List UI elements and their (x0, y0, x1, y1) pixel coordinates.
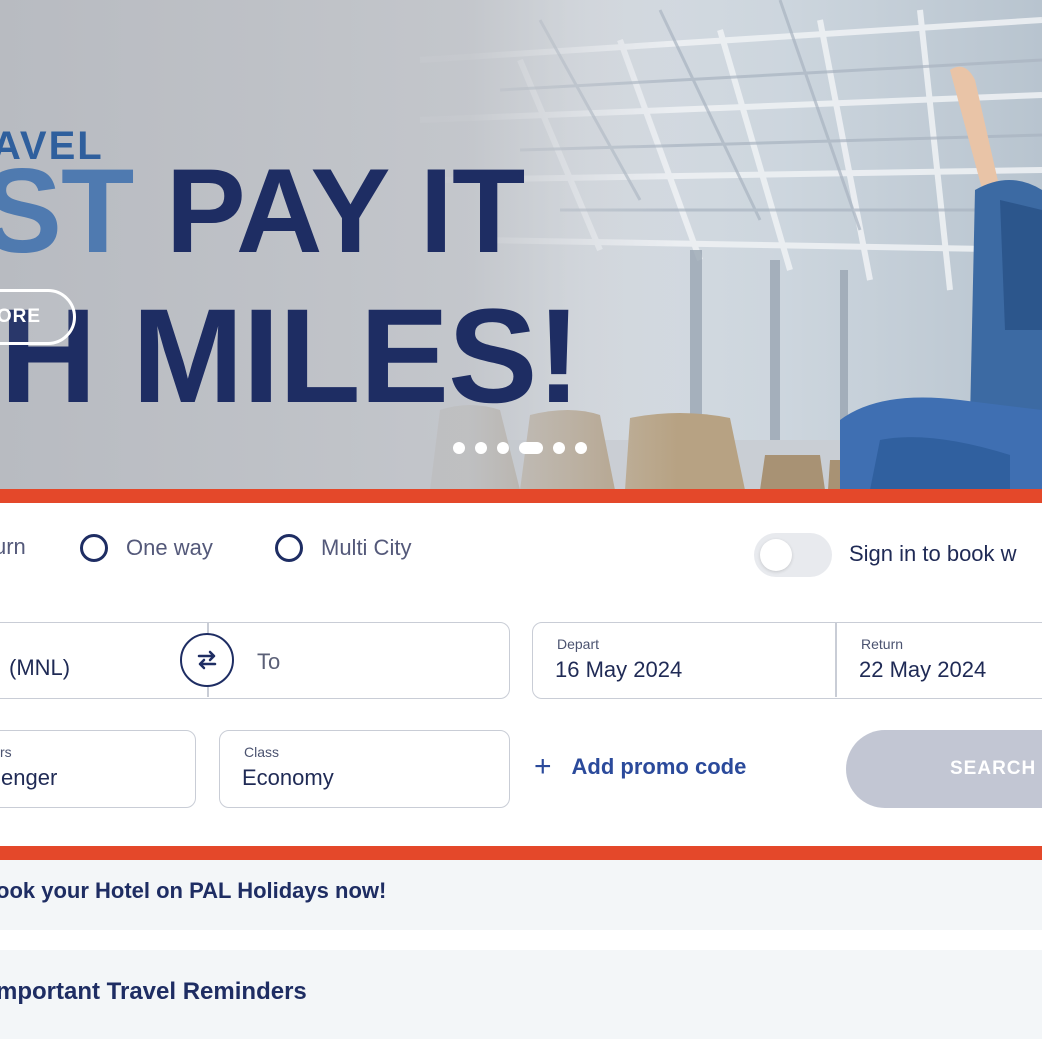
hotel-banner[interactable]: ook your Hotel on PAL Holidays now! (0, 860, 1042, 930)
carousel-dot-3[interactable] (497, 442, 509, 454)
return-value: 22 May 2024 (859, 657, 987, 682)
add-promo-code-link[interactable]: + Add promo code (534, 750, 747, 783)
trip-type-round-trip-label: urn (0, 534, 26, 559)
return-date-field[interactable]: Return 22 May 2024 (837, 623, 1042, 697)
sign-in-toggle[interactable] (754, 533, 832, 577)
trip-type-one-way[interactable]: One way (80, 534, 213, 562)
depart-label: Depart (557, 636, 600, 652)
dates-field: Depart 16 May 2024 Return 22 May 2024 (532, 622, 1042, 699)
passengers-value: enger (1, 765, 58, 790)
hero-headline-line2: H MILES! (0, 282, 581, 431)
class-value: Economy (242, 765, 334, 790)
trip-type-multi-city[interactable]: Multi City (275, 534, 411, 562)
search-button[interactable]: SEARCH (846, 730, 1042, 808)
carousel-dot-4-active[interactable] (519, 442, 543, 454)
passengers-field[interactable]: rs enger (0, 730, 196, 808)
trip-type-multi-city-label: Multi City (321, 535, 412, 560)
hero-headline-fade: ST (0, 144, 134, 278)
carousel-dots (453, 442, 587, 454)
class-label: Class (244, 744, 280, 760)
sign-in-toggle-label: Sign in to book w (849, 541, 1017, 566)
route-field: (MNL) To (0, 622, 510, 699)
carousel-dot-2[interactable] (475, 442, 487, 454)
hero-headline-main: PAY IT (165, 144, 526, 278)
to-input[interactable]: To (257, 649, 280, 675)
swap-route-button[interactable] (180, 633, 234, 687)
hotel-banner-text: ook your Hotel on PAL Holidays now! (0, 878, 387, 903)
trip-type-one-way-label: One way (126, 535, 213, 560)
hero-banner: AVEL ST PAY IT H MILES! ORE (0, 0, 1042, 490)
trip-type-round-trip[interactable]: urn (0, 534, 26, 560)
carousel-dot-5[interactable] (553, 442, 565, 454)
from-value[interactable]: (MNL) (9, 655, 70, 681)
travel-reminders-text: mportant Travel Reminders (0, 978, 307, 1005)
carousel-dot-1[interactable] (453, 442, 465, 454)
depart-date-field[interactable]: Depart 16 May 2024 (533, 623, 835, 697)
return-label: Return (861, 636, 904, 652)
swap-arrows-icon (197, 650, 217, 670)
booking-top-border (0, 489, 1042, 503)
toggle-knob (760, 539, 792, 571)
plus-icon: + (534, 750, 552, 783)
add-promo-code-label: Add promo code (571, 754, 747, 779)
hero-headline-line1: ST PAY IT (0, 144, 526, 278)
travel-reminders-banner[interactable]: mportant Travel Reminders (0, 950, 1042, 1039)
passengers-label: rs (0, 744, 12, 760)
radio-circle-icon[interactable] (275, 534, 303, 562)
learn-more-button[interactable]: ORE (0, 289, 76, 345)
booking-bottom-border (0, 846, 1042, 860)
carousel-dot-6[interactable] (575, 442, 587, 454)
radio-circle-icon[interactable] (80, 534, 108, 562)
class-field[interactable]: Class Economy (219, 730, 510, 808)
depart-value: 16 May 2024 (555, 657, 683, 682)
